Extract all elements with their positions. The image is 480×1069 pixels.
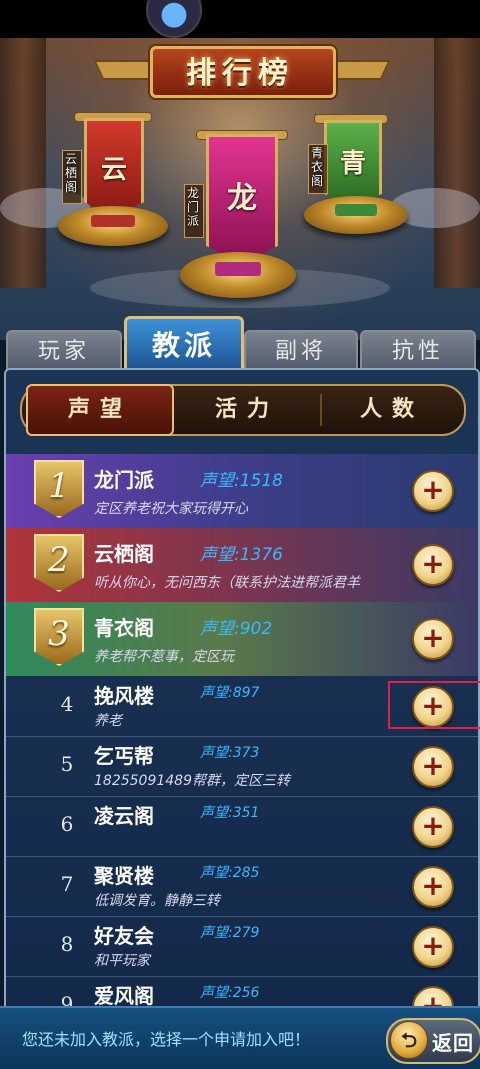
pedestal-rank-2 [58,206,168,246]
rank-badge: 3 [34,608,84,666]
subtab-reputation[interactable]: 声望 [26,384,174,436]
rank-number: 4 [60,692,74,716]
rank-number: 1 [48,466,70,506]
table-row[interactable]: 8 好友会 声望:279 和平玩家 + [6,916,478,977]
rank-number: 2 [48,540,70,580]
reputation-value: 声望:279 [200,925,260,941]
table-row[interactable]: 5 乞丐帮 声望:373 18255091489帮群，定区三转 + [6,736,478,797]
banner-rank-2[interactable]: 云 [84,118,144,216]
apply-join-button[interactable]: + [412,746,454,788]
reputation-value: 声望:373 [200,745,260,761]
sect-announcement: 定区养老祝大家玩得开心 [94,501,248,517]
apply-join-button[interactable]: + [412,470,454,512]
sub-tabs: 声望 活力 人数 [20,384,466,436]
banner-char: 云 [100,155,127,185]
apply-join-button[interactable]: + [412,926,454,968]
app-icon [146,0,202,38]
return-label: 返回 [432,1031,474,1055]
sect-name: 云栖阁 [94,542,154,566]
banner-rank-1[interactable]: 龙 [206,134,278,264]
rank-badge: 2 [34,534,84,592]
sect-announcement: 低调发育。静静三转 [94,893,220,909]
reputation-value: 声望:285 [200,865,260,881]
rank-number: 6 [60,812,74,836]
rank-number: 5 [60,752,74,776]
return-arrow-icon: ⮌ [390,1021,428,1059]
banner-rank-3[interactable]: 青 [324,120,382,206]
sect-announcement: 听从你心，无问西东（联系护法进帮派君羊 [94,575,360,591]
banner-char: 青 [339,149,366,179]
sect-announcement: 和平玩家 [94,953,150,969]
table-row[interactable]: 3 青衣阁 声望:902 养老帮不惹事，定区玩 + [6,602,478,676]
subtab-members[interactable]: 人数 [322,386,462,434]
sect-name: 凌云阁 [94,804,154,828]
reputation-value: 声望:897 [200,685,260,701]
apply-join-button[interactable]: + [412,806,454,848]
table-row[interactable]: 2 云栖阁 声望:1376 听从你心，无问西东（联系护法进帮派君羊 + [6,528,478,602]
table-row[interactable]: 1 龙门派 声望:1518 定区养老祝大家玩得开心 + [6,454,478,528]
pedestal-rank-3 [304,196,408,234]
pillar-right [434,38,480,288]
table-row[interactable]: 6 凌云阁 声望:351 + [6,796,478,857]
podium-scene: 排行榜 云 云栖阁 龙 龙门派 青 青衣阁 [0,38,480,340]
podium-name-3: 青衣阁 [310,146,323,188]
table-row[interactable]: 7 聚贤楼 声望:285 低调发育。静静三转 + [6,856,478,917]
rank-badge: 1 [34,460,84,518]
bottom-bar: 您还未加入教派，选择一个申请加入吧！ ⮌ 返回 [0,1006,480,1069]
selection-highlight [388,681,480,729]
reputation-value: 声望:902 [200,619,273,639]
tab-generals[interactable]: 副将 [244,330,358,372]
sect-name: 乞丐帮 [94,744,154,768]
sect-name: 挽风楼 [94,684,154,708]
podium-name-1: 龙门派 [186,186,199,228]
apply-join-button[interactable]: + [412,866,454,908]
podium-name-2: 云栖阁 [64,152,77,194]
apply-join-button[interactable]: + [412,544,454,586]
sect-announcement: 养老 [94,713,122,729]
subtab-vitality[interactable]: 活力 [174,386,320,434]
pillar-left [0,38,46,288]
sect-name: 龙门派 [94,468,154,492]
sect-name: 好友会 [94,924,154,948]
sect-name: 青衣阁 [94,616,154,640]
sect-announcement: 养老帮不惹事，定区玩 [94,649,234,665]
reputation-value: 声望:1518 [200,471,283,491]
sect-name: 爱风阁 [94,984,154,1008]
rank-number: 7 [60,872,74,896]
reputation-value: 声望:1376 [200,545,283,565]
banner-char: 龙 [227,181,257,216]
tab-players[interactable]: 玩家 [6,330,122,372]
join-hint: 您还未加入教派，选择一个申请加入吧！ [22,1030,311,1049]
sect-name: 聚贤楼 [94,864,154,888]
reputation-value: 声望:351 [200,805,260,821]
return-button[interactable]: ⮌ 返回 [386,1018,480,1064]
reputation-value: 声望:256 [200,985,260,1001]
main-tabs: 玩家 教派 副将 抗性 [0,316,480,374]
sect-announcement: 18255091489帮群，定区三转 [94,773,290,789]
apply-join-button[interactable]: + [412,618,454,660]
rank-number: 8 [60,932,74,956]
tab-resistance[interactable]: 抗性 [360,330,476,372]
status-bar [0,0,480,38]
rank-number: 3 [48,614,70,654]
tab-sects[interactable]: 教派 [124,316,244,373]
page-title: 排行榜 [186,56,294,91]
pedestal-rank-1 [180,252,296,298]
